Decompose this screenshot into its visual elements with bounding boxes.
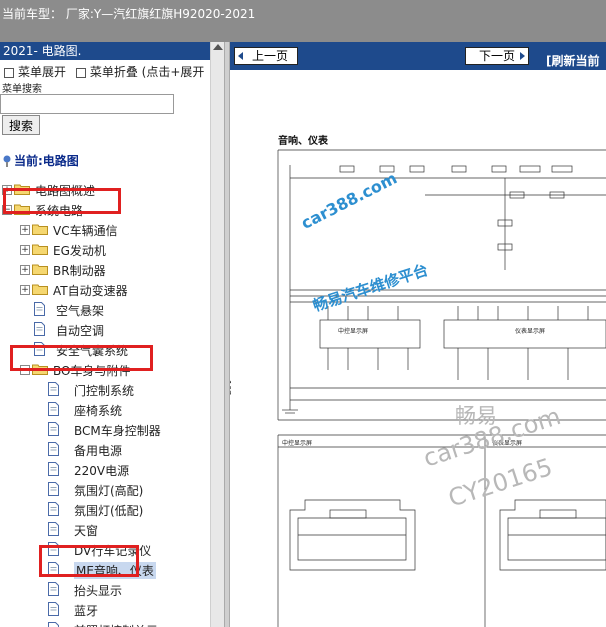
expand-toggle-icon[interactable]: +: [20, 285, 30, 295]
top-bar: 当前车型： 厂家:Y—汽红旗红旗H92020-2021: [0, 0, 606, 42]
tree-item-label: 前照灯控制单元: [74, 622, 158, 627]
menu-toggle-row: 菜单展开 菜单折叠 (点击+展开: [2, 63, 204, 80]
tree-item-label: 座椅系统: [74, 404, 123, 418]
scroll-up-arrow-icon[interactable]: [213, 44, 223, 50]
page-icon: [48, 442, 59, 456]
page-icon: [48, 602, 59, 616]
page-icon: [48, 502, 59, 516]
car-model-label: 当前车型： 厂家:Y—汽红旗红旗H92020-2021: [2, 7, 256, 21]
menu-collapse-link[interactable]: 菜单折叠 (点击+展开: [90, 65, 205, 79]
highlight-box-system-circuit: [3, 188, 121, 214]
left-nav-frame: 2021- 电路图. 菜单展开 菜单折叠 (点击+展开 菜单搜索 搜索 当前:电…: [0, 42, 224, 627]
page-icon: [48, 582, 59, 596]
tree-item-label: 氛围灯(高配): [74, 484, 144, 498]
page-icon: [48, 462, 59, 476]
tree-item-label: 抬头显示: [74, 584, 123, 598]
right-content-frame: 上一页 下一页 [刷新当前 音响、仪表 107 中控显示屏 仪表显示屏 中控显示…: [230, 42, 606, 627]
prev-page-label: 上一页: [251, 49, 288, 63]
search-input[interactable]: [0, 94, 174, 114]
menu-expand-link[interactable]: 菜单展开: [18, 65, 66, 79]
page-icon: [34, 322, 45, 336]
tree-item-label: 220V电源: [74, 464, 130, 478]
expand-toggle-icon[interactable]: +: [20, 265, 30, 275]
expand-toggle-icon[interactable]: +: [20, 225, 30, 235]
wiring-diagram: 音响、仪表 107 中控显示屏 仪表显示屏 中控显示屏 仪表显示屏 car388…: [230, 70, 606, 627]
page-nav-bar: 上一页 下一页 [刷新当前: [230, 42, 606, 70]
tree-item-label: 空气悬架: [56, 304, 105, 318]
arrow-right-icon: [520, 52, 525, 60]
collapse-checkbox-icon[interactable]: [75, 67, 86, 78]
circuit-drawing: [277, 149, 606, 627]
search-label: 菜单搜索: [2, 84, 42, 95]
highlight-box-audio-instrument: [39, 545, 139, 577]
tree-item-label: AT自动变速器: [53, 284, 128, 298]
search-button[interactable]: 搜索: [2, 115, 40, 135]
tree-item-label: BCM车身控制器: [74, 424, 161, 438]
page-icon: [48, 522, 59, 536]
expand-toggle-icon[interactable]: +: [20, 245, 30, 255]
prev-page-button[interactable]: 上一页: [234, 47, 298, 65]
next-page-label: 下一页: [478, 49, 515, 63]
page-icon: [48, 622, 59, 627]
tree-item-label: BR制动器: [53, 264, 106, 278]
tree-item-label: VC车辆通信: [53, 224, 118, 238]
instrument-display-connector-label: 仪表显示屏: [492, 440, 523, 447]
tree-item-label: 天窗: [74, 524, 99, 538]
folder-icon: [32, 264, 48, 275]
tree-item-label: EG发动机: [53, 244, 106, 258]
location-pin-icon: [3, 155, 11, 167]
current-location: 当前:电路图: [2, 152, 79, 169]
page-icon: [48, 422, 59, 436]
tree-item-label: 门控制系统: [74, 384, 135, 398]
expand-checkbox-icon[interactable]: [4, 67, 14, 78]
highlight-box-body-accessories: [10, 345, 153, 371]
center-display-label: 中控显示屏: [338, 328, 369, 335]
page-icon: [48, 382, 59, 396]
tree-item-label: 氛围灯(低配): [74, 504, 144, 518]
page-icon: [48, 402, 59, 416]
page-icon: [48, 482, 59, 496]
tree-item-label: 备用电源: [74, 444, 123, 458]
page-icon: [34, 302, 45, 316]
instrument-display-label: 仪表显示屏: [515, 328, 546, 335]
folder-icon: [32, 224, 48, 235]
arrow-left-icon: [238, 52, 243, 60]
left-scrollbar[interactable]: [210, 42, 224, 627]
tree-item-label: 蓝牙: [74, 604, 99, 618]
refresh-link[interactable]: [刷新当前: [546, 52, 600, 69]
next-page-button[interactable]: 下一页: [465, 47, 529, 65]
tree-item-label: 自动空调: [56, 324, 105, 338]
folder-icon: [32, 284, 48, 295]
folder-icon: [32, 244, 48, 255]
center-display-connector-label: 中控显示屏: [282, 440, 313, 447]
left-panel-title: 2021- 电路图.: [0, 42, 213, 60]
current-label: 当前:电路图: [14, 154, 79, 168]
